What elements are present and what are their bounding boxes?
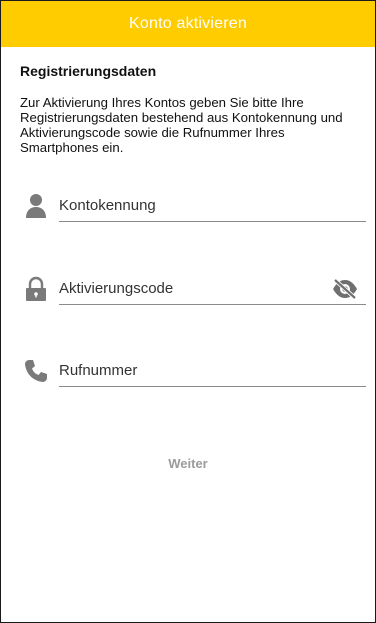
person-icon xyxy=(23,193,49,219)
activation-code-field[interactable]: Aktivierungscode xyxy=(1,276,375,320)
next-button[interactable]: Weiter xyxy=(1,456,375,471)
activation-code-placeholder: Aktivierungscode xyxy=(59,280,174,297)
account-id-placeholder: Kontokennung xyxy=(59,197,156,214)
account-id-field[interactable]: Kontokennung xyxy=(1,193,375,237)
app-window: Konto aktivieren Registrierungsdaten Zur… xyxy=(0,0,376,623)
section-title: Registrierungsdaten xyxy=(20,63,157,79)
eye-off-icon[interactable] xyxy=(331,278,359,300)
header-bar: Konto aktivieren xyxy=(1,1,375,47)
lock-icon xyxy=(23,276,49,302)
phone-number-placeholder: Rufnummer xyxy=(59,362,138,379)
page-title: Konto aktivieren xyxy=(129,15,247,32)
phone-number-field[interactable]: Rufnummer xyxy=(1,358,375,402)
account-id-underline xyxy=(59,221,366,222)
phone-number-underline xyxy=(59,386,366,387)
activation-code-underline xyxy=(59,304,366,305)
intro-text: Zur Aktivierung Ihres Kontos geben Sie b… xyxy=(20,95,343,155)
phone-icon xyxy=(23,358,49,384)
